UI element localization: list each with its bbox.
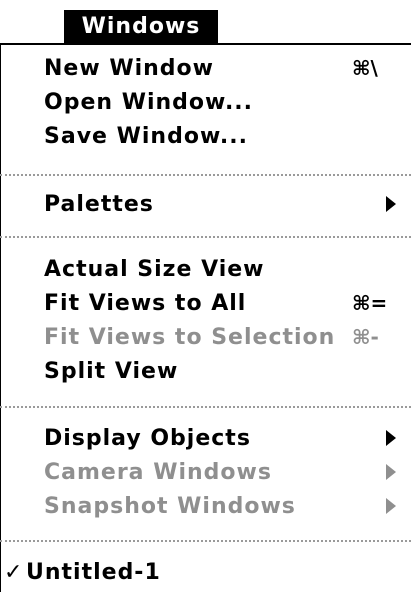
- menu-item-display-objects[interactable]: Display Objects: [0, 422, 411, 454]
- submenu-arrow-icon: [386, 430, 396, 446]
- menu-item-untitled-1[interactable]: ✓ Untitled-1: [0, 556, 411, 588]
- menu-title-windows[interactable]: Windows: [64, 10, 218, 43]
- menu-item-snapshot-windows: Snapshot Windows: [0, 490, 411, 522]
- menu-item-label: Split View: [44, 358, 179, 384]
- menu-item-label: Open Window...: [44, 89, 254, 115]
- menu-item-split-view[interactable]: Split View: [0, 355, 411, 387]
- menu-item-save-window[interactable]: Save Window...: [0, 120, 411, 152]
- menu-item-shortcut: ⌘\: [352, 56, 378, 80]
- submenu-arrow-icon: [386, 464, 396, 480]
- menu-item-camera-windows: Camera Windows: [0, 456, 411, 488]
- menu-separator: [0, 236, 411, 238]
- menu-item-shortcut: ⌘=: [352, 291, 388, 315]
- menu-top-border: [0, 43, 411, 45]
- menu-item-shortcut: ⌘-: [352, 325, 379, 349]
- menu-item-label: Camera Windows: [44, 459, 272, 485]
- submenu-arrow-icon: [386, 196, 396, 212]
- menu-item-open-window[interactable]: Open Window...: [0, 86, 411, 118]
- menu-item-label: Untitled-1: [26, 559, 161, 585]
- menu-item-actual-size-view[interactable]: Actual Size View: [0, 253, 411, 285]
- menu-separator: [0, 406, 411, 408]
- menu-item-new-window[interactable]: New Window ⌘\: [0, 52, 411, 84]
- menu-item-label: Snapshot Windows: [44, 493, 296, 519]
- menu-item-fit-views-to-all[interactable]: Fit Views to All ⌘=: [0, 287, 411, 319]
- menu-separator: [0, 174, 411, 176]
- menu-item-label: Display Objects: [44, 425, 251, 451]
- menu-item-label: Actual Size View: [44, 256, 265, 282]
- menu-item-fit-views-to-selection: Fit Views to Selection ⌘-: [0, 321, 411, 353]
- menu-item-label: Fit Views to All: [44, 290, 247, 316]
- menu-item-label: Fit Views to Selection: [44, 324, 336, 350]
- menu-item-palettes[interactable]: Palettes: [0, 188, 411, 220]
- menu-separator: [0, 540, 411, 542]
- submenu-arrow-icon: [386, 498, 396, 514]
- menu-item-label: New Window: [44, 55, 214, 81]
- menu-item-label: Save Window...: [44, 123, 248, 149]
- checkmark-icon: ✓: [4, 559, 24, 585]
- menu-item-label: Palettes: [44, 191, 154, 217]
